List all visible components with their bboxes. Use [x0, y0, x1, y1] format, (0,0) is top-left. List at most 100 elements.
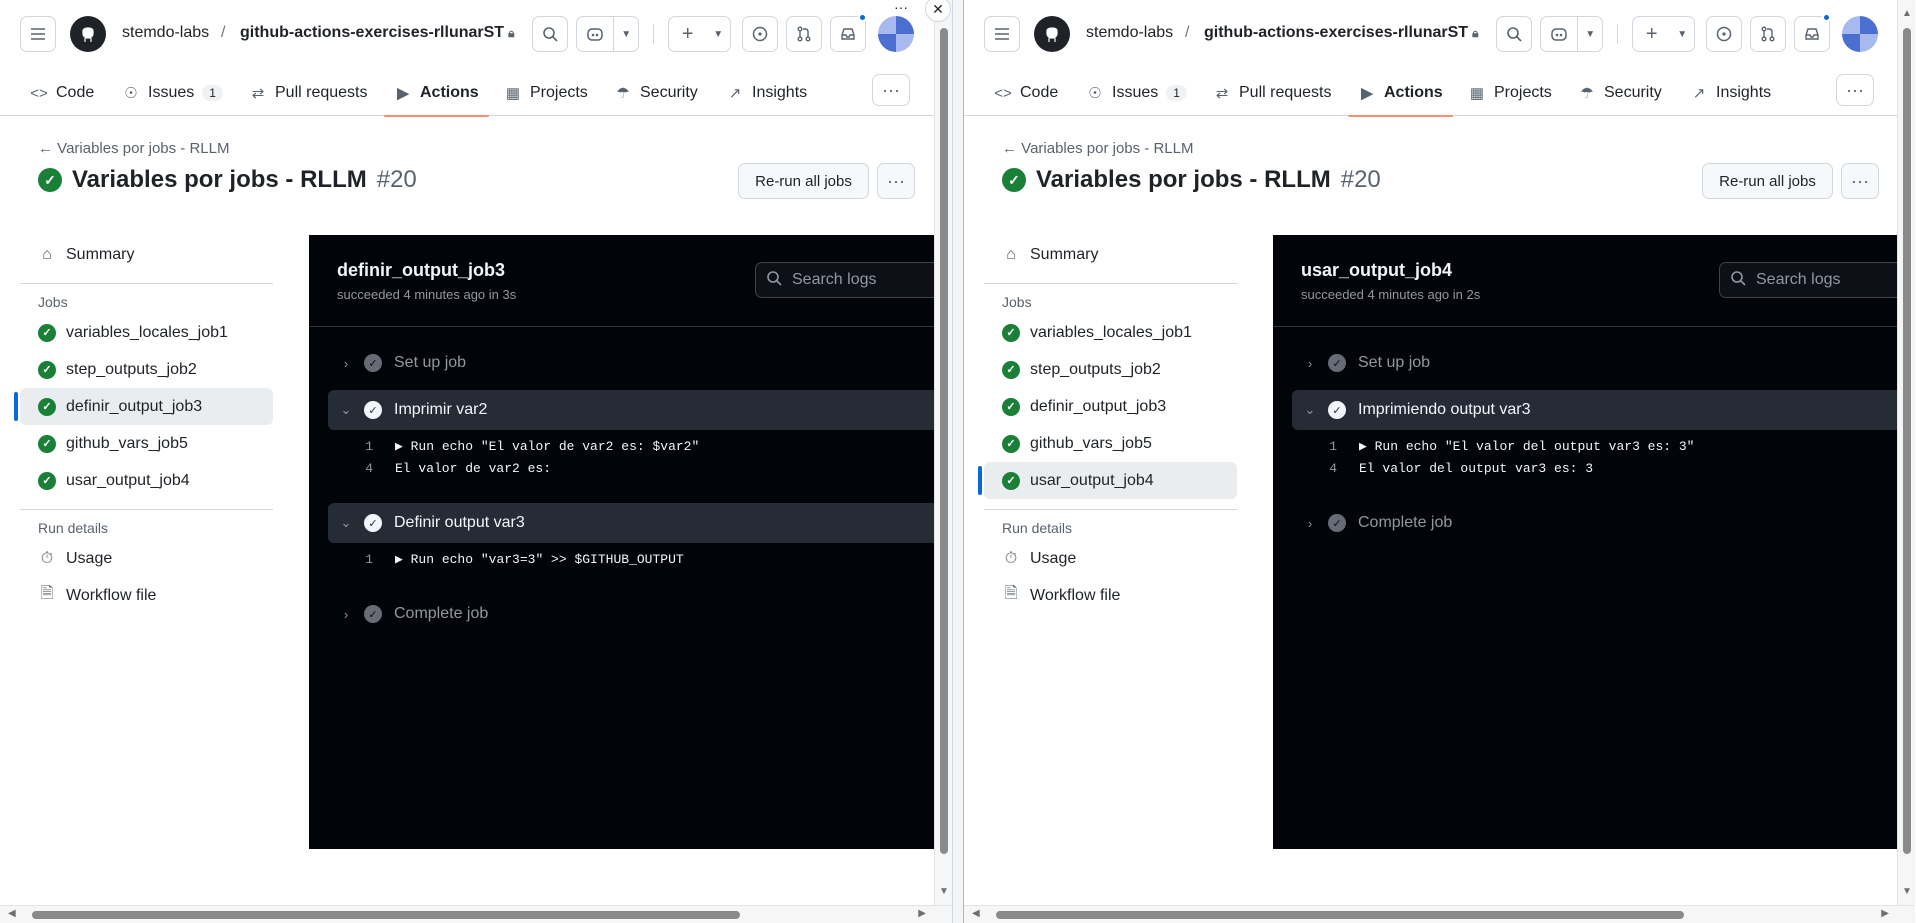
chevron-down-icon[interactable]: ▼ [706, 17, 730, 51]
chevron-right-icon[interactable]: › [328, 356, 364, 371]
scroll-left-icon[interactable]: ◀ [8, 908, 16, 919]
run-options-button[interactable]: ··· [877, 163, 915, 199]
scroll-down-icon[interactable]: ▼ [939, 886, 949, 897]
tab-code[interactable]: <> Code [30, 70, 94, 116]
pane-menu-icon[interactable]: ··· [888, 0, 914, 16]
scroll-left-icon[interactable]: ◀ [972, 908, 980, 919]
tab-insights[interactable]: ↗ Insights [1690, 70, 1771, 116]
scroll-right-icon[interactable]: ▶ [1881, 908, 1889, 919]
sidebar-item-variables_locales_job1[interactable]: ✓ variables_locales_job1 [20, 314, 273, 351]
github-logo-icon[interactable] [1034, 16, 1070, 52]
sidebar-item-workflow-file[interactable]: 🗎︎ Workflow file [20, 577, 273, 614]
horizontal-scrollbar[interactable]: ◀ ▶ [964, 905, 1915, 923]
sidebar-item-summary[interactable]: ⌂ Summary [20, 236, 273, 273]
rerun-all-jobs-button[interactable]: Re-run all jobs [738, 163, 869, 199]
chevron-down-icon[interactable]: ⌄ [328, 515, 364, 531]
tab-security[interactable]: ☂ Security [1578, 70, 1662, 116]
sidebar-item-summary[interactable]: ⌂ Summary [984, 236, 1237, 273]
log-step[interactable]: › ✓ Set up job [328, 343, 952, 383]
copilot-button[interactable]: ▼ [576, 16, 639, 52]
log-step[interactable]: ⌄ ✓ Definir output var3 [328, 503, 952, 543]
repo-owner-link[interactable]: stemdo-labs [1086, 24, 1173, 42]
tab-code[interactable]: <> Code [994, 70, 1058, 116]
plus-icon[interactable]: + [1633, 17, 1670, 51]
repo-name-link[interactable]: github-actions-exercises-rllunarST 🔒︎ [240, 24, 514, 42]
sidebar-item-step_outputs_job2[interactable]: ✓ step_outputs_job2 [984, 351, 1237, 388]
scrollbar-thumb[interactable] [32, 911, 740, 919]
tab-projects[interactable]: ▦ Projects [504, 70, 588, 116]
tab-projects[interactable]: ▦ Projects [1468, 70, 1552, 116]
chevron-right-icon[interactable]: › [1292, 516, 1328, 531]
chevron-down-icon[interactable]: ⌄ [328, 402, 364, 418]
issues-button[interactable] [742, 16, 778, 52]
repo-name[interactable]: github-actions-exercises-rllunarST [240, 24, 504, 41]
copilot-button[interactable]: ▼ [1540, 16, 1603, 52]
hamburger-menu-button[interactable] [984, 16, 1020, 52]
search-button[interactable] [1496, 16, 1532, 52]
copilot-icon[interactable] [577, 17, 615, 51]
workflow-name[interactable]: Variables por jobs - RLLM [1021, 140, 1193, 157]
sidebar-item-usar_output_job4[interactable]: ✓ usar_output_job4 [20, 462, 273, 499]
tab-actions[interactable]: ▶ Actions [384, 70, 489, 117]
sidebar-item-usage[interactable]: ⏱ Usage [20, 540, 273, 577]
log-step[interactable]: › ✓ Set up job [1292, 343, 1915, 383]
chevron-down-icon[interactable]: ▼ [614, 17, 638, 51]
repo-owner-link[interactable]: stemdo-labs [122, 24, 209, 42]
scrollbar-thumb[interactable] [996, 911, 1684, 919]
sidebar-item-workflow-file[interactable]: 🗎︎ Workflow file [984, 577, 1237, 614]
log-step[interactable]: ⌄ ✓ Imprimiendo output var3 [1292, 390, 1915, 430]
workflow-name[interactable]: Variables por jobs - RLLM [57, 140, 229, 157]
sidebar-item-variables_locales_job1[interactable]: ✓ variables_locales_job1 [984, 314, 1237, 351]
log-step[interactable]: › ✓ Complete job [328, 594, 952, 634]
scroll-right-icon[interactable]: ▶ [918, 908, 926, 919]
pull-requests-button[interactable] [786, 16, 822, 52]
chevron-down-icon[interactable]: ▼ [1578, 17, 1602, 51]
rerun-all-jobs-button[interactable]: Re-run all jobs [1702, 163, 1833, 199]
chevron-right-icon[interactable]: › [1292, 356, 1328, 371]
chevron-right-icon[interactable]: › [328, 607, 364, 622]
plus-icon[interactable]: + [669, 17, 706, 51]
tab-security[interactable]: ☂ Security [614, 70, 698, 116]
sidebar-item-step_outputs_job2[interactable]: ✓ step_outputs_job2 [20, 351, 273, 388]
copilot-icon[interactable] [1541, 17, 1579, 51]
create-new-button[interactable]: + ▼ [668, 16, 731, 52]
horizontal-scrollbar[interactable]: ◀ ▶ [0, 905, 952, 923]
more-tabs-button[interactable]: ··· [872, 74, 910, 106]
scrollbar-thumb[interactable] [1903, 28, 1911, 854]
tab-issues[interactable]: ☉ Issues 1 [122, 70, 223, 116]
sidebar-item-usage[interactable]: ⏱ Usage [984, 540, 1237, 577]
scroll-up-icon[interactable]: ▲ [1902, 8, 1912, 19]
sidebar-item-definir_output_job3[interactable]: ✓ definir_output_job3 [14, 388, 273, 425]
repo-name-link[interactable]: github-actions-exercises-rllunarST 🔒︎ [1204, 24, 1478, 42]
avatar[interactable] [1842, 16, 1878, 52]
scroll-down-icon[interactable]: ▼ [1902, 886, 1912, 897]
github-logo-icon[interactable] [70, 16, 106, 52]
tab-issues[interactable]: ☉ Issues 1 [1086, 70, 1187, 116]
chevron-down-icon[interactable]: ⌄ [1292, 402, 1328, 418]
tab-actions[interactable]: ▶ Actions [1348, 70, 1453, 117]
sidebar-item-github_vars_job5[interactable]: ✓ github_vars_job5 [20, 425, 273, 462]
log-step[interactable]: › ✓ Complete job [1292, 503, 1915, 543]
back-to-workflow-link[interactable]: ← Variables por jobs - RLLM [1002, 140, 1193, 157]
tab-pull-requests[interactable]: ⇄ Pull requests [1213, 70, 1332, 116]
more-tabs-button[interactable]: ··· [1836, 74, 1874, 106]
tab-insights[interactable]: ↗ Insights [726, 70, 807, 116]
chevron-down-icon[interactable]: ▼ [1670, 17, 1694, 51]
vertical-scrollbar[interactable]: ▲▼ [934, 0, 952, 905]
repo-name[interactable]: github-actions-exercises-rllunarST [1204, 24, 1468, 41]
vertical-scrollbar[interactable]: ▲▼ [1897, 0, 1915, 905]
sidebar-item-github_vars_job5[interactable]: ✓ github_vars_job5 [984, 425, 1237, 462]
tab-pull-requests[interactable]: ⇄ Pull requests [249, 70, 368, 116]
log-step[interactable]: ⌄ ✓ Imprimir var2 [328, 390, 952, 430]
sidebar-item-usar_output_job4[interactable]: ✓ usar_output_job4 [978, 462, 1237, 499]
run-options-button[interactable]: ··· [1841, 163, 1879, 199]
pull-requests-button[interactable] [1750, 16, 1786, 52]
hamburger-menu-button[interactable] [20, 16, 56, 52]
scrollbar-thumb[interactable] [940, 28, 948, 854]
search-logs-input[interactable]: Search logs [755, 262, 952, 298]
create-new-button[interactable]: + ▼ [1632, 16, 1695, 52]
back-to-workflow-link[interactable]: ← Variables por jobs - RLLM [38, 140, 229, 157]
search-button[interactable] [532, 16, 568, 52]
search-logs-input[interactable]: Search logs [1719, 262, 1915, 298]
issues-button[interactable] [1706, 16, 1742, 52]
